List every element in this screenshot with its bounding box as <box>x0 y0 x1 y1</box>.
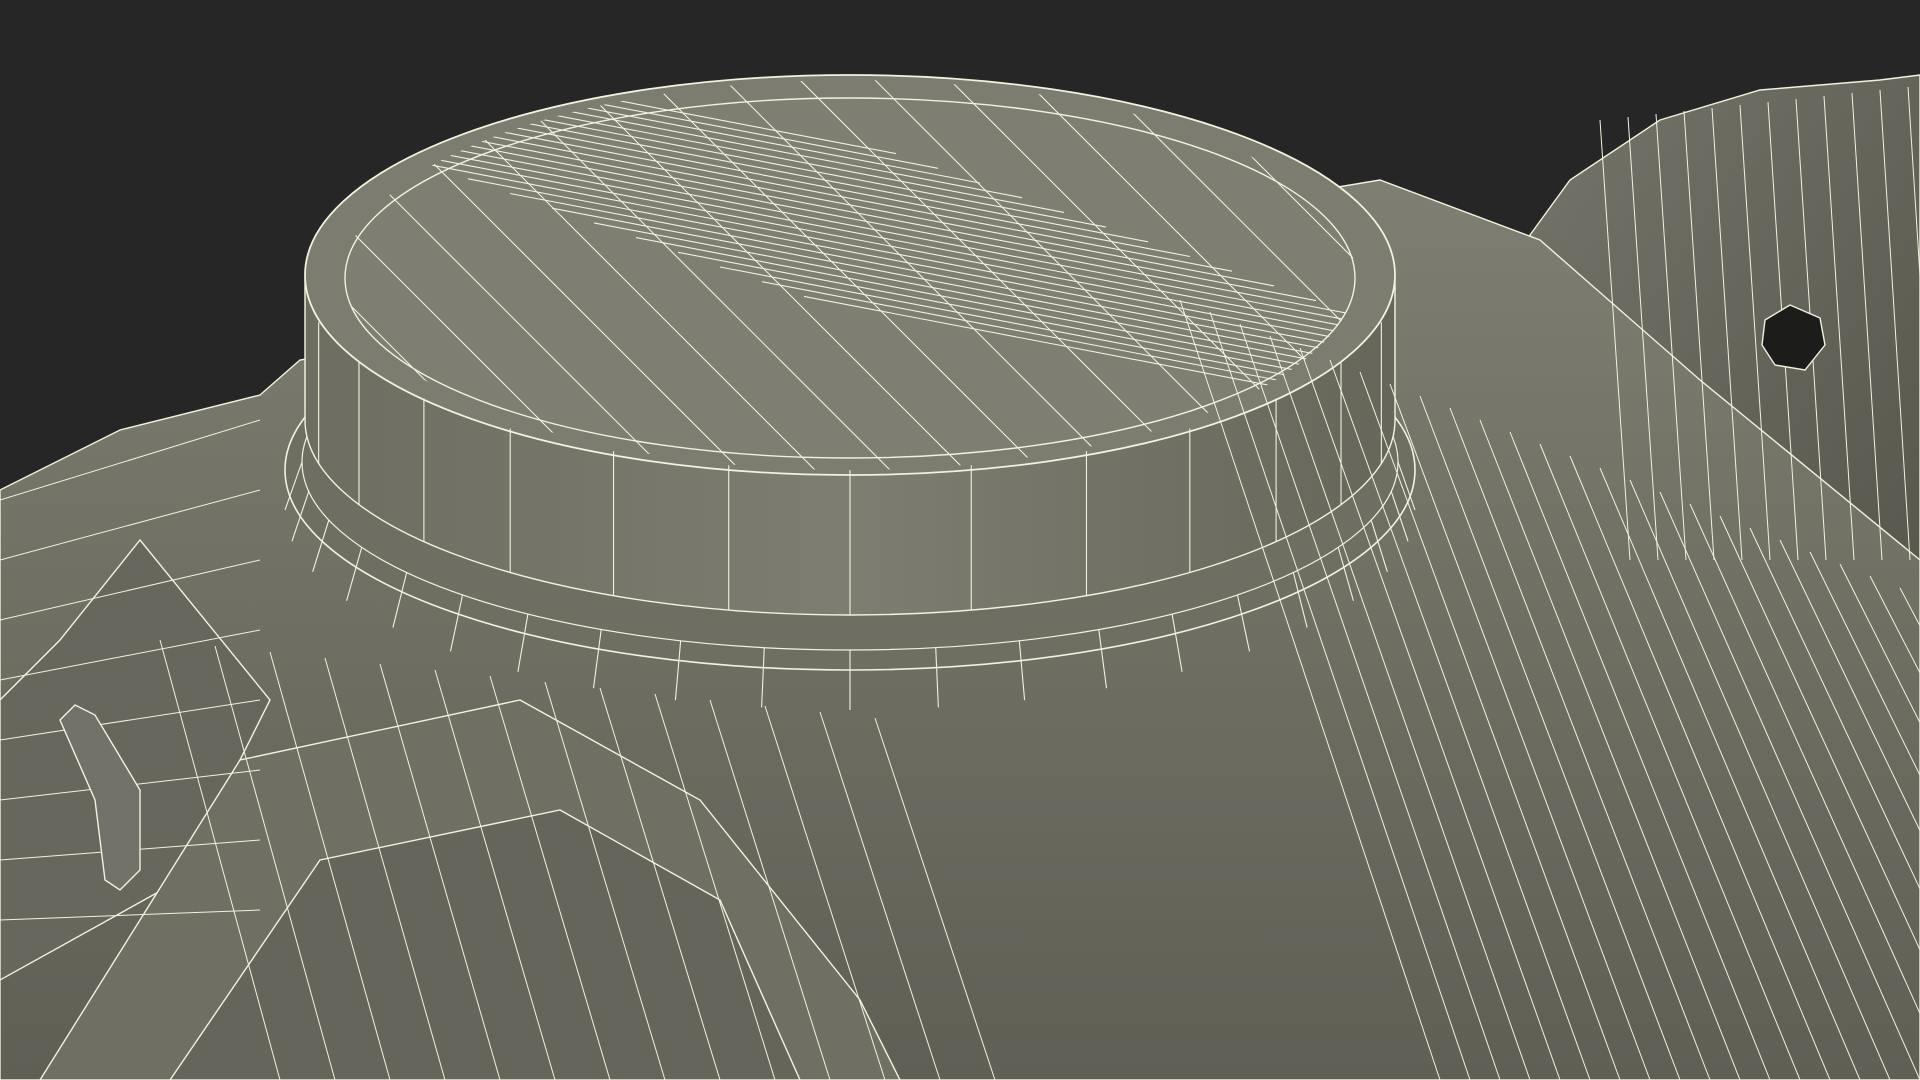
render-viewport <box>0 0 1920 1080</box>
wireframe-render <box>0 0 1920 1080</box>
